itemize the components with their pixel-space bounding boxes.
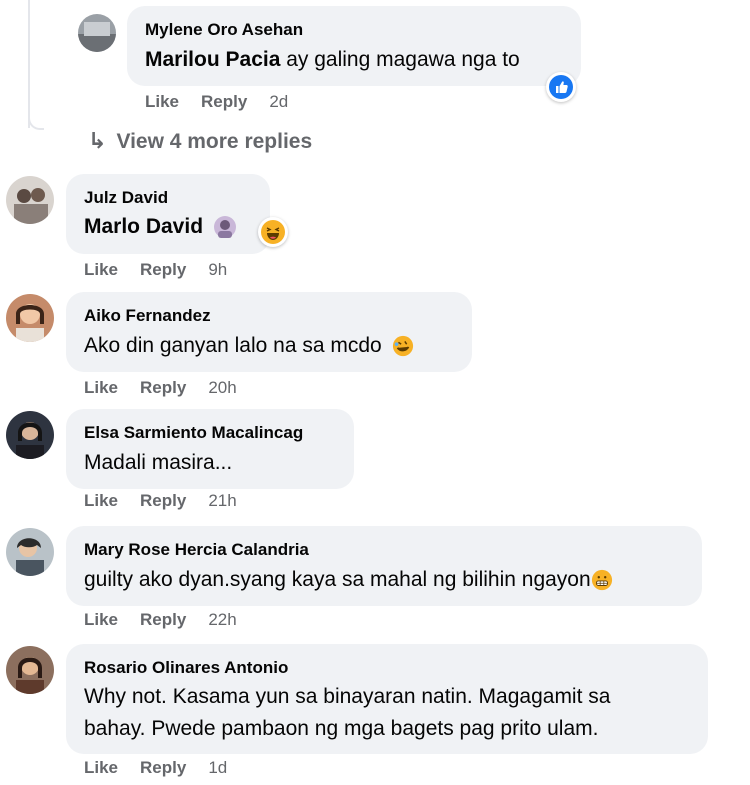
reply-button[interactable]: Reply — [140, 610, 186, 630]
reply-button[interactable]: Reply — [140, 378, 186, 398]
comment-text: guilty ako dyan.syang kaya sa mahal ng b… — [84, 565, 613, 595]
comment-actions: Like Reply 1d — [84, 758, 249, 778]
timestamp[interactable]: 2d — [269, 92, 288, 112]
comment: Rosario Olinares Antonio Why not. Kasama… — [0, 640, 750, 785]
comment: Aiko Fernandez Ako din ganyan lalo na sa… — [0, 288, 750, 403]
reply-button[interactable]: Reply — [140, 758, 186, 778]
comment-actions: Like Reply 9h — [84, 260, 249, 280]
comment-actions: Like Reply 20h — [84, 378, 259, 398]
avatar[interactable] — [6, 176, 54, 224]
mention-link[interactable]: Marilou Pacia — [145, 48, 280, 71]
like-button[interactable]: Like — [84, 610, 118, 630]
comment-text-line: Why not. Kasama yun sa binayaran natin. … — [84, 685, 611, 708]
reply-arrow-icon: ↳ — [88, 128, 107, 153]
like-button[interactable]: Like — [84, 758, 118, 778]
mention-link[interactable]: Marlo David — [84, 215, 203, 238]
comment-text-line: bahay. Pwede pambaon ng mga bagets pag p… — [84, 717, 599, 740]
reply-button[interactable]: Reply — [140, 491, 186, 511]
comment-author[interactable]: Elsa Sarmiento Macalincag — [84, 423, 303, 443]
comment: Julz David Marlo David Like Reply 9h — [0, 170, 750, 285]
like-button[interactable]: Like — [84, 491, 118, 511]
timestamp[interactable]: 21h — [208, 491, 236, 511]
like-button[interactable]: Like — [84, 260, 118, 280]
comment-text-body: Ako din ganyan lalo na sa mcdo — [84, 334, 382, 357]
timestamp[interactable]: 9h — [208, 260, 227, 280]
like-button[interactable]: Like — [84, 378, 118, 398]
reply-button[interactable]: Reply — [201, 92, 247, 112]
comment: Elsa Sarmiento Macalincag Madali masira.… — [0, 405, 750, 520]
comment-author[interactable]: Rosario Olinares Antonio — [84, 658, 288, 678]
comment-text-body: ay galing magawa nga to — [280, 48, 520, 71]
timestamp[interactable]: 22h — [208, 610, 236, 630]
comment-text: Madali masira... — [84, 451, 233, 474]
comment-actions: Like Reply 21h — [84, 491, 259, 511]
avatar[interactable] — [6, 411, 54, 459]
avatar[interactable] — [78, 14, 116, 52]
avatar[interactable] — [6, 294, 54, 342]
comment-author[interactable]: Mary Rose Hercia Calandria — [84, 540, 309, 560]
view-more-replies[interactable]: ↳ View 4 more replies — [88, 128, 312, 154]
comment-text: Ako din ganyan lalo na sa mcdo — [84, 331, 414, 361]
haha-reaction-icon[interactable] — [258, 217, 288, 247]
comment-text-body: guilty ako dyan.syang kaya sa mahal ng b… — [84, 568, 591, 591]
comment-author[interactable]: Mylene Oro Asehan — [145, 20, 303, 40]
timestamp[interactable]: 20h — [208, 378, 236, 398]
avatar[interactable] — [6, 528, 54, 576]
reply-button[interactable]: Reply — [140, 260, 186, 280]
profile-avatar-icon — [213, 215, 237, 239]
reply-comment: Mylene Oro Asehan Marilou Pacia ay galin… — [0, 0, 750, 120]
comment-author[interactable]: Julz David — [84, 188, 168, 208]
comment-actions: Like Reply 22h — [84, 610, 259, 630]
avatar[interactable] — [6, 646, 54, 694]
comment-text: Marlo David — [84, 212, 237, 242]
comment-text: Marilou Pacia ay galing magawa nga to — [145, 45, 520, 75]
comment-author[interactable]: Aiko Fernandez — [84, 306, 211, 326]
timestamp[interactable]: 1d — [208, 758, 227, 778]
like-button[interactable]: Like — [145, 92, 179, 112]
comment: Mary Rose Hercia Calandria guilty ako dy… — [0, 522, 750, 637]
grimacing-emoji-icon — [591, 569, 613, 591]
comment-actions: Like Reply 2d — [145, 92, 310, 112]
like-reaction-icon[interactable] — [546, 72, 576, 102]
rolling-laughing-emoji-icon — [392, 335, 414, 357]
view-more-label: View 4 more replies — [116, 130, 313, 153]
